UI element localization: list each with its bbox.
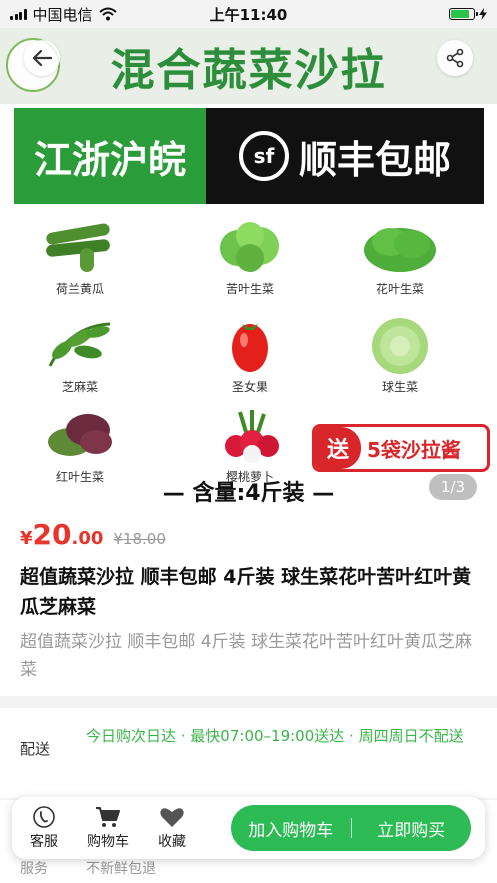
leaf-lettuce-icon xyxy=(360,218,440,276)
free-shipping-text: 顺丰包邮 xyxy=(298,137,451,182)
image-counter: 1/3 xyxy=(428,474,477,500)
phone-icon xyxy=(33,806,55,828)
hero-title: 混合蔬菜沙拉 xyxy=(110,45,387,96)
purchase-buttons: 加入购物车 立即购买 xyxy=(231,805,471,851)
arugula-icon xyxy=(40,316,120,374)
battery-level xyxy=(451,10,469,18)
veg-label: 芝麻菜 xyxy=(61,380,98,394)
share-button[interactable] xyxy=(437,40,473,76)
shipping-label: sf 顺丰包邮 xyxy=(206,108,484,204)
share-icon xyxy=(446,48,464,68)
promo-text: 5袋沙拉酱 xyxy=(367,437,461,462)
shipping-strip: 江浙沪皖 sf 顺丰包邮 xyxy=(14,108,484,204)
favorite-label: 收藏 xyxy=(158,834,186,850)
status-left: 中国电信 xyxy=(10,4,117,25)
veg-item: 红叶生菜 xyxy=(20,406,140,485)
veg-item: 樱桃萝卜 xyxy=(190,406,310,485)
back-arrow-icon xyxy=(32,49,52,67)
promo-badge: 送 xyxy=(315,427,361,469)
cart-icon xyxy=(96,807,120,827)
customer-service-button[interactable]: 客服 xyxy=(12,805,76,851)
status-bar: 中国电信 上午11:40 xyxy=(0,0,497,28)
delivery-info: 今日购次日达 · 最快07:00–19:00送达 · 周四周日不配送 xyxy=(86,727,464,745)
original-price: ¥18.00 xyxy=(113,530,166,548)
cart-button[interactable]: 购物车 xyxy=(76,805,140,851)
price-symbol: ¥ xyxy=(20,528,33,549)
wifi-icon xyxy=(98,7,117,21)
bottom-action-bar: 客服 购物车 收藏 加入购物车 立即购买 xyxy=(12,797,485,859)
price-integer: 20 xyxy=(32,518,72,551)
iceberg-lettuce-icon xyxy=(360,316,440,374)
veg-item: 苦叶生菜 xyxy=(190,218,310,297)
delivery-label: 配送 xyxy=(20,740,51,758)
veg-item: 花叶生菜 xyxy=(340,218,460,297)
buy-now-button[interactable]: 立即购买 xyxy=(352,805,472,851)
sf-express-logo: sf xyxy=(238,131,289,181)
veg-item: 球生菜 xyxy=(340,316,460,395)
signal-icon xyxy=(10,8,27,20)
product-info: ¥ 20 .00 ¥18.00 超值蔬菜沙拉 顺丰包邮 4斤装 球生菜花叶苦叶红… xyxy=(0,504,497,696)
service-label: 客服 xyxy=(30,834,58,850)
veg-item: 圣女果 xyxy=(190,316,310,395)
battery-icon xyxy=(449,8,478,20)
heart-icon xyxy=(160,808,184,827)
favorite-button[interactable]: 收藏 xyxy=(140,805,204,851)
region-label: 江浙沪皖 xyxy=(14,108,206,204)
product-image-carousel[interactable]: 混合蔬菜沙拉 江浙沪皖 sf 顺丰包邮 荷兰黄瓜 苦叶生菜 花叶生菜 芝麻菜 圣… xyxy=(0,28,497,504)
cherry-tomato-icon xyxy=(210,316,290,374)
delivery-section[interactable]: 配送 今日购次日达 · 最快07:00–19:00送达 · 周四周日不配送 xyxy=(0,708,497,798)
back-button[interactable] xyxy=(24,40,60,76)
red-leaf-lettuce-icon xyxy=(40,406,120,464)
charging-icon xyxy=(479,8,487,20)
carrier-name: 中国电信 xyxy=(32,5,93,24)
price-row: ¥ 20 .00 ¥18.00 xyxy=(20,518,166,551)
cucumber-icon xyxy=(40,218,120,276)
veg-item: 芝麻菜 xyxy=(20,316,140,395)
cart-label: 购物车 xyxy=(87,834,129,850)
veg-label: 花叶生菜 xyxy=(375,282,424,296)
promo-sticker: 送 5袋沙拉酱 xyxy=(312,424,490,472)
hero-banner: 混合蔬菜沙拉 xyxy=(0,28,497,104)
price-decimal: .00 xyxy=(71,528,104,549)
veg-label: 球生菜 xyxy=(381,380,418,394)
veg-label: 圣女果 xyxy=(231,380,268,394)
service-info: 不新鲜包退 xyxy=(86,861,156,877)
radish-icon xyxy=(210,406,290,464)
content-weight: — 含量:4斤装 — xyxy=(162,481,335,504)
add-to-cart-button[interactable]: 加入购物车 xyxy=(231,805,351,851)
veg-label: 荷兰黄瓜 xyxy=(55,282,104,296)
status-right xyxy=(449,8,487,20)
service-label: 服务 xyxy=(20,861,48,877)
product-subtitle: 超值蔬菜沙拉 顺丰包邮 4斤装 球生菜花叶苦叶红叶黄瓜芝麻菜 xyxy=(20,632,473,680)
veg-item: 荷兰黄瓜 xyxy=(20,218,140,297)
veg-label: 苦叶生菜 xyxy=(225,282,274,296)
frisee-lettuce-icon xyxy=(210,218,290,276)
product-title: 超值蔬菜沙拉 顺丰包邮 4斤装 球生菜花叶苦叶红叶黄瓜芝麻菜 xyxy=(20,566,472,618)
